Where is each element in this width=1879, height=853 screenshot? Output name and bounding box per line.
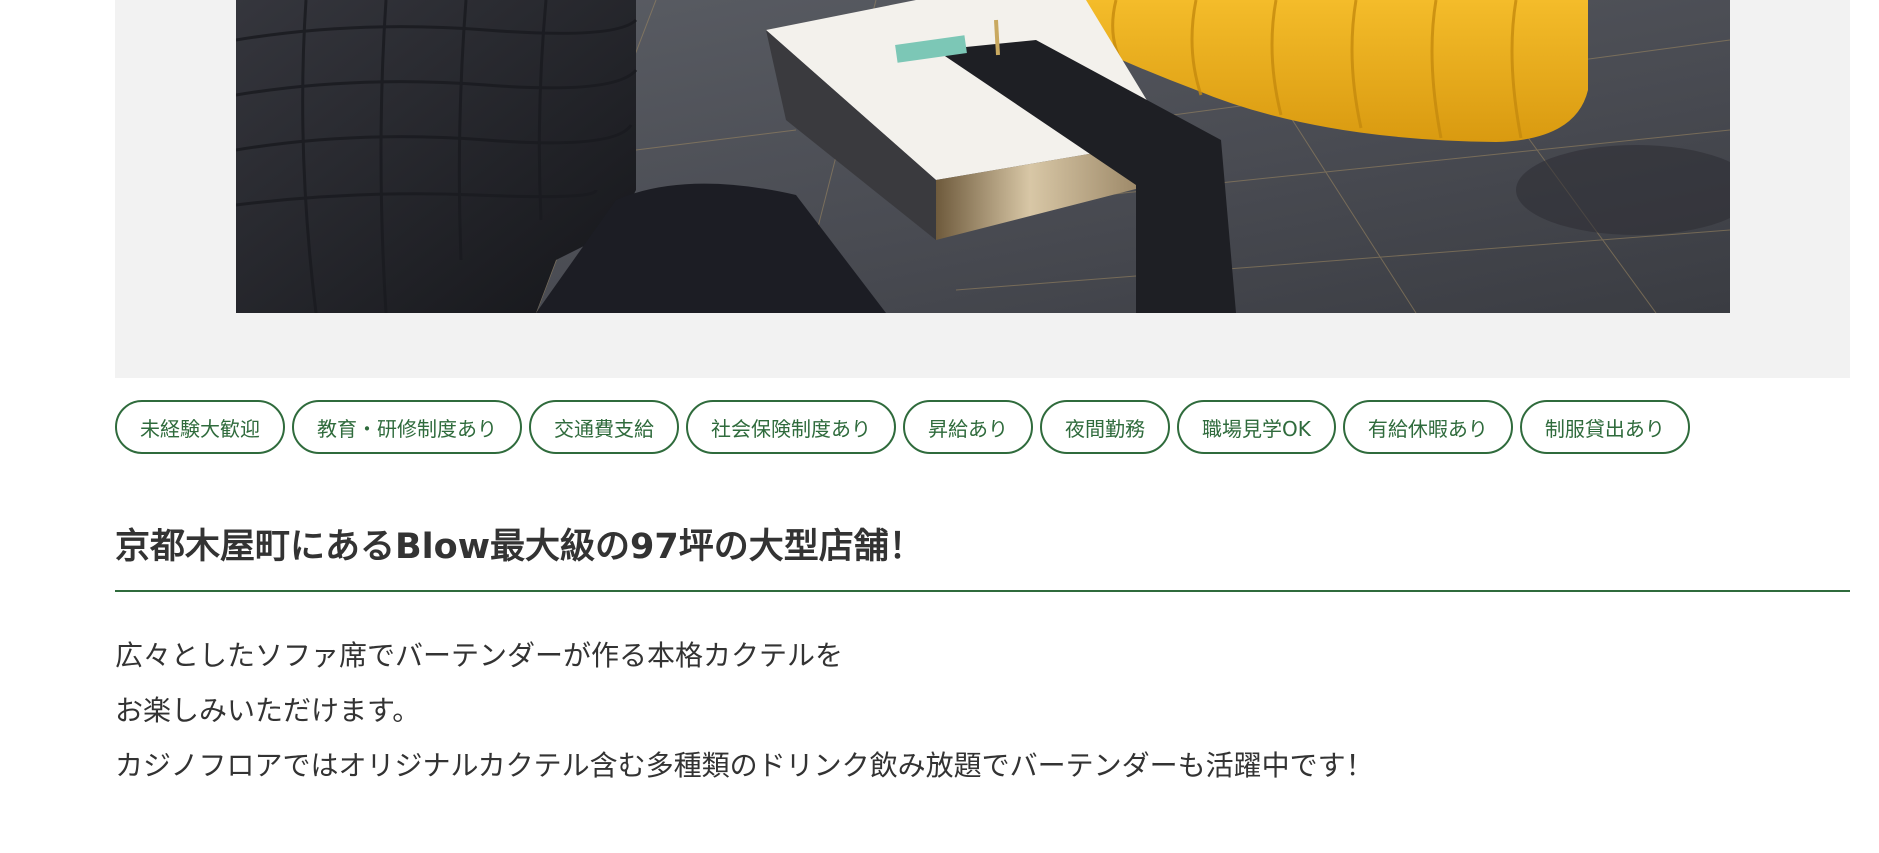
description-line: 広々としたソファ席でバーテンダーが作る本格カクテルを	[115, 639, 844, 672]
tag-night-shift: 夜間勤務	[1040, 400, 1170, 454]
section-heading: 京都木屋町にあるBlow最大級の97坪の大型店舗！	[115, 527, 924, 567]
store-interior-photo	[236, 0, 1730, 313]
tag-social-insurance: 社会保険制度あり	[686, 400, 896, 454]
store-description: 広々としたソファ席でバーテンダーが作る本格カクテルを お楽しみいただけます。 カ…	[115, 628, 1374, 793]
tag-pay-raise: 昇給あり	[903, 400, 1033, 454]
store-photo-frame	[115, 0, 1850, 378]
description-line: お楽しみいただけます。	[115, 694, 421, 727]
job-feature-tags: 未経験大歓迎 教育・研修制度あり 交通費支給 社会保険制度あり 昇給あり 夜間勤…	[115, 400, 1690, 454]
tag-transportation-paid: 交通費支給	[529, 400, 679, 454]
tag-paid-leave: 有給休暇あり	[1342, 400, 1513, 454]
tag-workplace-tour-ok: 職場見学OK	[1177, 400, 1336, 454]
heading-divider	[115, 590, 1850, 592]
tag-uniform-provided: 制服貸出あり	[1519, 400, 1690, 454]
tag-training-system: 教育・研修制度あり	[292, 400, 522, 454]
tag-inexperienced-welcome: 未経験大歓迎	[115, 400, 285, 454]
description-line: カジノフロアではオリジナルカクテル含む多種類のドリンク飲み放題でバーテンダーも活…	[115, 749, 1374, 782]
